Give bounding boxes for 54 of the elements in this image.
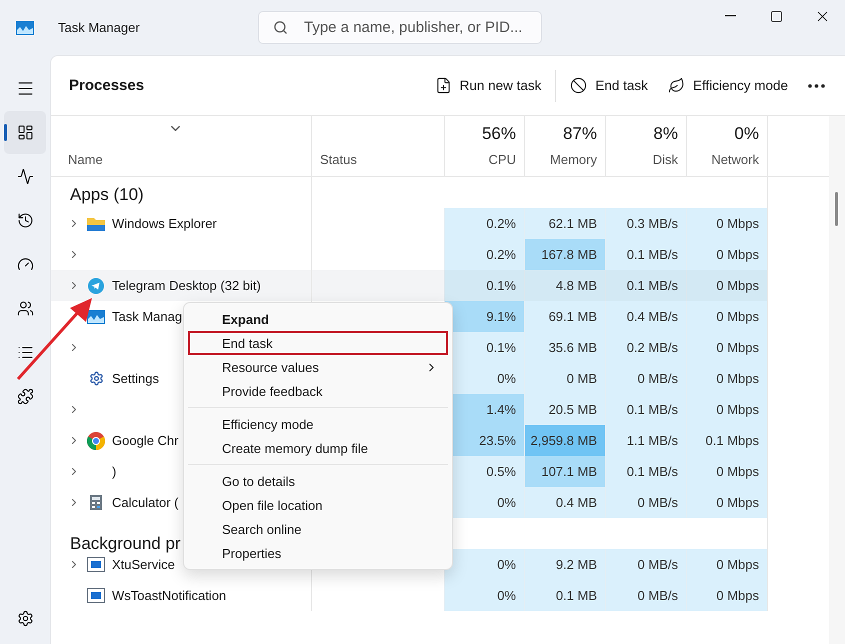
table-cell: 0 Mbps — [686, 487, 767, 518]
process-name: Calculator ( — [112, 495, 178, 510]
table-cell: 0.2 MB/s — [605, 332, 686, 363]
process-name: Google Chr — [112, 433, 178, 448]
page-title: Processes — [69, 77, 144, 94]
table-cell: 107.1 MB — [524, 456, 605, 487]
process-name: Settings — [112, 371, 159, 386]
process-name: XtuService — [112, 557, 175, 572]
table-cell: 0 MB/s — [605, 549, 686, 580]
table-cell: 0.4 MB/s — [605, 301, 686, 332]
table-cell: 0 MB/s — [605, 487, 686, 518]
table-cell: 167.8 MB — [524, 239, 605, 270]
group-title: Apps (10) — [69, 185, 144, 206]
table-cell: 69.1 MB — [524, 301, 605, 332]
table-cell: 0 MB — [524, 363, 605, 394]
table-cell: 1.1 MB/s — [605, 425, 686, 456]
table-cell: 35.6 MB — [524, 332, 605, 363]
table-cell: 0 Mbps — [686, 394, 767, 425]
table-cell: 0 Mbps — [686, 301, 767, 332]
table-cell: 4.8 MB — [524, 270, 605, 301]
table-cell: 0.4 MB — [524, 487, 605, 518]
table-cell: 9.2 MB — [524, 549, 605, 580]
table-cell: 0% — [444, 580, 524, 611]
table-cell: 0.3 MB/s — [605, 208, 686, 239]
table-cell: 0.1 Mbps — [686, 425, 767, 456]
table-cell: 0.1 MB/s — [605, 239, 686, 270]
process-name: Telegram Desktop (32 bit) — [112, 278, 261, 293]
table-cell: 0 Mbps — [686, 239, 767, 270]
table-cell: 0 Mbps — [686, 208, 767, 239]
process-name: ) — [112, 464, 116, 479]
table-cell: 20.5 MB — [524, 394, 605, 425]
table-cell: 0 Mbps — [686, 270, 767, 301]
table-cell: 0 Mbps — [686, 580, 767, 611]
table-cell: 0 MB/s — [605, 580, 686, 611]
table-cell: 0.2% — [444, 208, 524, 239]
table-cell: 62.1 MB — [524, 208, 605, 239]
process-name: WsToastNotification — [112, 588, 226, 603]
group-title: Background pr — [69, 534, 181, 555]
table-cell: 0.1% — [444, 270, 524, 301]
table-cell: 0.1 MB/s — [605, 456, 686, 487]
process-name: Windows Explorer — [112, 216, 217, 231]
table-cell: 0% — [444, 549, 524, 580]
table-cell: 0.2% — [444, 239, 524, 270]
table-cell: 0 Mbps — [686, 332, 767, 363]
table-cell: 0.1 MB — [524, 580, 605, 611]
table-cell: 0 Mbps — [686, 456, 767, 487]
process-name: Task Manag — [112, 309, 182, 324]
table-cell: 0.1 MB/s — [605, 270, 686, 301]
table-cell: 0 Mbps — [686, 363, 767, 394]
table-cell: 0.1 MB/s — [605, 394, 686, 425]
table-cell: 0 MB/s — [605, 363, 686, 394]
table-cell: 0 Mbps — [686, 549, 767, 580]
window-title: Task Manager — [57, 20, 141, 35]
table-cell: 2,959.8 MB — [524, 425, 605, 456]
